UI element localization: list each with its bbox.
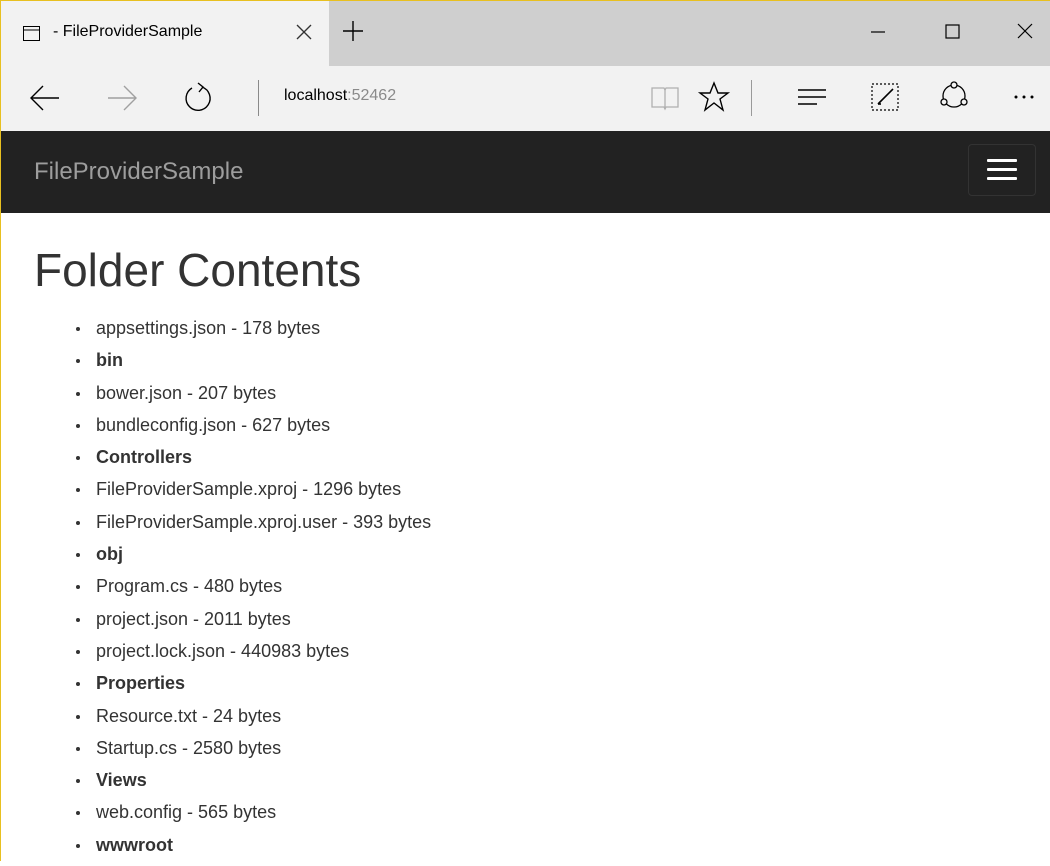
more-options-icon[interactable] — [1010, 80, 1044, 114]
window-frame-top — [0, 0, 1050, 1]
url-field[interactable]: localhost:52462 — [284, 87, 396, 105]
list-item: bower.json - 207 bytes — [74, 382, 431, 414]
window-frame-left — [0, 0, 1, 861]
menu-icon-bar — [987, 168, 1017, 171]
menu-icon-bar — [987, 159, 1017, 162]
address-separator — [258, 80, 259, 116]
folder-item: Controllers — [74, 446, 431, 478]
back-arrow-icon[interactable] — [27, 80, 63, 116]
close-window-icon[interactable] — [1006, 14, 1046, 50]
list-item: project.lock.json - 440983 bytes — [74, 640, 431, 672]
list-item: Program.cs - 480 bytes — [74, 575, 431, 607]
list-item: FileProviderSample.xproj - 1296 bytes — [74, 478, 431, 510]
list-item: web.config - 565 bytes — [74, 801, 431, 833]
hub-icon[interactable] — [795, 80, 829, 114]
url-host: localhost — [284, 87, 348, 104]
refresh-icon[interactable] — [180, 80, 216, 116]
list-item: bundleconfig.json - 627 bytes — [74, 414, 431, 446]
folder-item: wwwroot — [74, 834, 431, 866]
url-port: :52462 — [347, 87, 397, 104]
folder-contents-list: appsettings.json - 178 bytes bin bower.j… — [74, 317, 431, 866]
forward-arrow-icon[interactable] — [104, 80, 140, 116]
folder-item: obj — [74, 543, 431, 575]
folder-item: Properties — [74, 672, 431, 704]
favorite-star-icon[interactable] — [697, 80, 731, 114]
list-item: appsettings.json - 178 bytes — [74, 317, 431, 349]
folder-item: bin — [74, 349, 431, 381]
list-item: Startup.cs - 2580 bytes — [74, 737, 431, 769]
list-item: project.json - 2011 bytes — [74, 608, 431, 640]
tab-bar: - FileProviderSample — [0, 0, 1050, 66]
navbar-toggle-button[interactable] — [968, 144, 1036, 196]
list-item: FileProviderSample.xproj.user - 393 byte… — [74, 511, 431, 543]
web-note-icon[interactable] — [868, 80, 902, 114]
reading-view-icon[interactable] — [648, 80, 682, 114]
main-content: Folder Contents appsettings.json - 178 b… — [0, 213, 1050, 861]
tab-title: - FileProviderSample — [53, 23, 203, 40]
browser-tab[interactable]: - FileProviderSample — [1, 1, 329, 66]
menu-icon-bar — [987, 177, 1017, 180]
page-title: Folder Contents — [34, 244, 362, 296]
page-icon — [23, 26, 40, 41]
share-icon[interactable] — [937, 80, 971, 114]
toolbar-separator — [751, 80, 752, 116]
list-item: Resource.txt - 24 bytes — [74, 705, 431, 737]
navbar-brand[interactable]: FileProviderSample — [34, 158, 243, 186]
site-navbar: FileProviderSample — [0, 131, 1050, 213]
new-tab-icon[interactable] — [340, 18, 366, 44]
maximize-icon[interactable] — [932, 14, 972, 50]
folder-item: Views — [74, 769, 431, 801]
close-tab-icon[interactable] — [293, 21, 315, 43]
minimize-icon[interactable] — [858, 14, 898, 50]
